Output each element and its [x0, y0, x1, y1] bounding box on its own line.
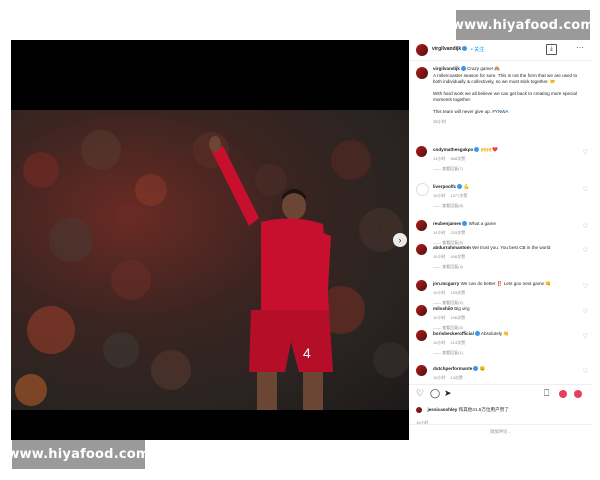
download-icon[interactable]: ⤓ [546, 44, 557, 55]
comment-text: 😉 [479, 366, 486, 371]
comment-text: 🙌🙌❤️ [480, 147, 498, 152]
comment-likes: 14次赞 [450, 375, 463, 380]
post-username[interactable]: virgilvandijk [432, 46, 468, 52]
comment-time: 14小时 [433, 156, 446, 161]
list-item: codymathesgakpo 🙌🙌❤️ 14小时 668次赞 —— 查看回复(7… [416, 146, 588, 176]
like-icon[interactable]: ♡ [583, 186, 588, 193]
avatar[interactable] [416, 44, 428, 56]
caption-line: With hard work we all believe we can get… [433, 90, 578, 103]
comment-text: 💪 [463, 184, 470, 189]
comment-likes: 233次赞 [450, 230, 466, 235]
comment-text: What a game [468, 221, 496, 226]
verified-icon [473, 366, 479, 372]
comment-text: We trust you. You best CB in the world [472, 245, 551, 250]
avatar[interactable] [416, 280, 427, 291]
caption-line: A rollercoaster season for sure. This is… [433, 72, 578, 85]
avatar[interactable] [416, 305, 427, 316]
verified-icon [462, 221, 468, 227]
avatar[interactable] [416, 183, 429, 196]
view-replies-link[interactable]: —— 查看回复(8) [433, 203, 463, 209]
comment-likes: 1377次赞 [450, 193, 468, 198]
comment-icon[interactable]: ◯ [430, 389, 440, 398]
avatar[interactable] [416, 67, 428, 79]
comment-time: 15小时 [433, 315, 446, 320]
verified-icon [474, 147, 480, 153]
comment-time: 15小时 [433, 193, 446, 198]
post-media[interactable]: 4 👤 › [11, 40, 409, 440]
verified-icon [462, 46, 468, 52]
comment-likes: 668次赞 [450, 156, 466, 161]
like-icon[interactable]: ♡ [583, 308, 588, 315]
watermark-bottom: www.hiyafood.com [7, 440, 149, 469]
avatar[interactable] [416, 146, 427, 157]
list-item: dutchperformante 😉 15小时 14次赞 ♡ [416, 365, 588, 383]
list-item: borisbeckerofficial Absolutely 👏 15小时 213… [416, 330, 588, 360]
like-icon[interactable]: ♡ [583, 333, 588, 340]
view-replies-link[interactable]: —— 查看回复(4) [433, 264, 463, 270]
emoji-icon[interactable] [574, 390, 582, 398]
avatar[interactable] [416, 406, 422, 413]
post-photo: 4 👤 [11, 110, 409, 410]
post-header: virgilvandijk • 关注 ⤓ ··· [409, 40, 592, 61]
save-icon[interactable]: ⎕ [544, 389, 549, 398]
comment-text: Absolutely 👏 [480, 331, 510, 336]
comment-username[interactable]: abdurrahmantom [433, 245, 471, 250]
follow-button[interactable]: • 关注 [471, 46, 484, 53]
like-icon[interactable]: ♡ [583, 149, 588, 156]
view-replies-link[interactable]: —— 查看回复(7) [433, 166, 463, 172]
comment-time: 15小时 [433, 290, 446, 295]
hashtag-link[interactable]: #YNWA [492, 109, 508, 114]
like-icon[interactable]: ♡ [583, 223, 588, 230]
verified-icon [457, 184, 463, 190]
comment-time: 15小时 [433, 340, 446, 345]
post-caption: virgilvandijk Crazy game! 🙈 A rollercoas… [416, 66, 586, 125]
view-replies-link[interactable]: —— 查看回复(1) [433, 350, 463, 356]
comment-username[interactable]: dutchperformante [433, 366, 472, 371]
like-icon[interactable]: ♡ [583, 283, 588, 290]
comment-text: We can do better ‼️ Lets goo next game 👊 [460, 281, 552, 286]
caption-username[interactable]: virgilvandijk [433, 66, 460, 71]
more-icon[interactable]: ··· [576, 43, 584, 52]
add-comment-input[interactable]: 添加评论... [409, 424, 592, 439]
emoji-icon[interactable] [559, 390, 567, 398]
next-arrow-icon[interactable]: › [393, 233, 407, 247]
caption-line: This team will never give up. [433, 108, 491, 114]
avatar[interactable] [416, 330, 427, 341]
caption-time: 15小时 [433, 118, 447, 124]
svg-text:4: 4 [303, 345, 311, 361]
comment-text: Big virg [454, 306, 470, 311]
verified-icon [460, 66, 466, 72]
likes-text[interactable]: 和其他41.5万位用户赞了 [459, 407, 509, 412]
comment-username[interactable]: jon.mcgarry [433, 281, 459, 286]
like-icon[interactable]: ♡ [416, 389, 424, 398]
comment-likes: 153次赞 [450, 290, 466, 295]
liker-username[interactable]: jessicasohley [427, 407, 457, 412]
watermark-top: www.hiyafood.com [452, 10, 594, 40]
action-bar: ♡ ◯ ➤ ⎕ [409, 384, 592, 401]
like-icon[interactable]: ♡ [583, 247, 588, 254]
comment-likes: 446次赞 [450, 254, 466, 259]
comment-username[interactable]: borisbeckerofficial [433, 331, 474, 336]
comment-username[interactable]: codymathesgakpo [433, 147, 473, 152]
comment-username[interactable]: liverpoolfc [433, 184, 456, 189]
verified-icon [474, 331, 480, 337]
comment-username[interactable]: reubenjames [433, 221, 461, 226]
caption-line: Crazy game! 🙈 [467, 66, 501, 71]
comment-username[interactable]: miloshii0 [433, 306, 453, 311]
avatar[interactable] [416, 244, 427, 255]
like-icon[interactable]: ♡ [583, 368, 588, 375]
comment-time: 14小时 [433, 230, 446, 235]
avatar[interactable] [416, 220, 427, 231]
comment-likes: 213次赞 [450, 340, 466, 345]
avatar[interactable] [416, 365, 427, 376]
comment-time: 15小时 [433, 254, 446, 259]
likes-summary: jessicasohley 和其他41.5万位用户赞了 15小时 [416, 401, 591, 426]
comment-time: 15小时 [433, 375, 446, 380]
list-item: abdurrahmantom We trust you. You best CB… [416, 244, 588, 274]
share-icon[interactable]: ➤ [444, 389, 452, 398]
comment-likes: 106次赞 [450, 315, 466, 320]
list-item: liverpoolfc 💪 15小时 1377次赞 —— 查看回复(8) ♡ [416, 183, 588, 213]
post-panel: virgilvandijk • 关注 ⤓ ··· virgilvandijk C… [409, 40, 592, 440]
